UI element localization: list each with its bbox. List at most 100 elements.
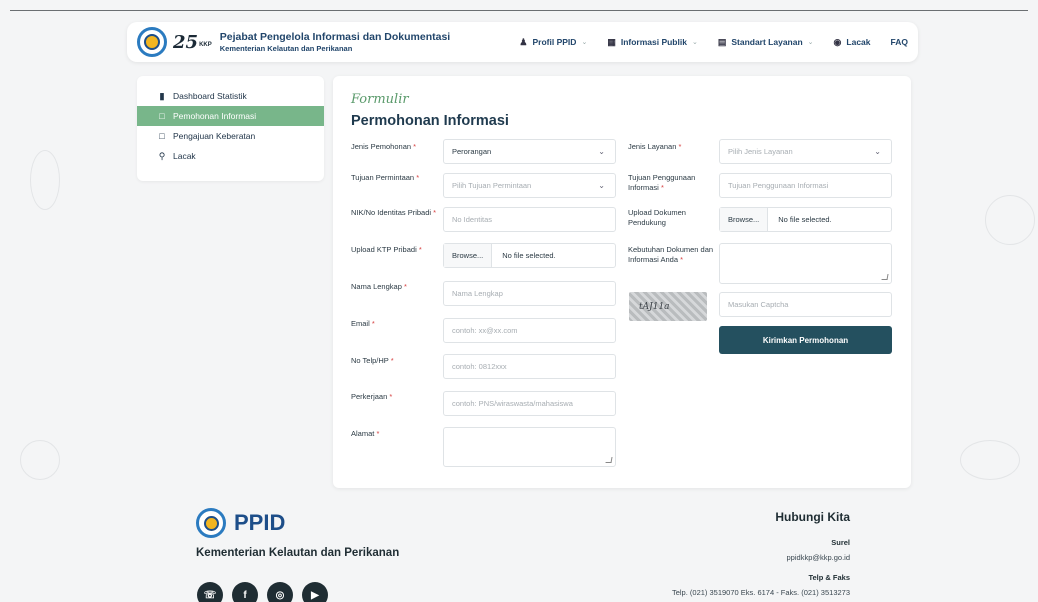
submit-button[interactable]: Kirimkan Permohonan [719,326,892,354]
contact-section: Hubungi Kita Surel ppidkkp@kkp.go.id Tel… [672,510,850,597]
alamat-label: Alamat * [351,429,380,438]
captcha-input[interactable]: Masukan Captcha [719,292,892,317]
clipboard-icon: □ [159,111,165,121]
tujuan-penggunaan-label: Tujuan Penggunaan Informasi * [628,173,696,193]
footer-ministry: Kementerian Kelautan dan Perikanan [196,547,400,559]
file-status: No file selected. [778,215,832,224]
nav-informasi-publik[interactable]: ▦ Informasi Publik ⌄ [607,37,698,48]
sidebar-item-dashboard[interactable]: ▮ Dashboard Statistik [137,86,324,106]
jenis-pemohon-select[interactable]: Perorangan ⌄ [443,139,616,164]
select-placeholder: Pilih Tujuan Permintaan [452,181,532,190]
kkp-logo-icon[interactable] [137,27,167,57]
social-links: ☏ f ◎ ▶ [197,582,328,602]
nav-standart-layanan[interactable]: ▤ Standart Layanan ⌄ [718,37,814,48]
nama-input[interactable]: Nama Lengkap [443,281,616,306]
nama-label: Nama Lengkap * [351,282,407,291]
nav-faq[interactable]: FAQ [891,37,908,47]
form-subtitle: Formulir [351,92,409,107]
tujuan-permintaan-label: Tujuan Permintaan * [351,173,420,182]
upload-ktp-label: Upload KTP Pribadi * [351,245,422,254]
input-placeholder: Tujuan Penggunaan Informasi [728,181,829,190]
nav-lacak[interactable]: ◉ Lacak [834,37,871,48]
sidebar-item-keberatan[interactable]: □ Pengajuan Keberatan [137,126,324,146]
target-icon: ◉ [833,36,842,47]
facebook-icon[interactable]: f [232,582,258,602]
anniversary-logo: 25 [173,31,199,53]
grid-icon: ▦ [607,36,616,47]
sidebar-item-label: Pengajuan Keberatan [173,131,256,141]
upload-dokumen-input[interactable]: Browse... No file selected. [719,207,892,232]
chevron-down-icon: ⌄ [581,39,588,46]
form-title: Permohonan Informasi [351,113,509,129]
location-pin-icon: ⚲ [158,150,166,161]
select-value: Perorangan [452,147,492,156]
nav-label: Profil PPID [532,37,577,47]
phone-label: Telp & Faks [808,573,850,582]
telp-label: No Telp/HP * [351,356,394,365]
captcha-text: tAJ11a [639,301,670,312]
instagram-icon[interactable]: ◎ [267,582,293,602]
input-placeholder: contoh: 0812xxx [452,362,507,371]
contact-title: Hubungi Kita [775,510,850,524]
site-title: Pejabat Pengelola Informasi dan Dokument… [219,30,451,43]
site-subtitle: Kementerian Kelautan dan Perikanan [219,43,353,53]
sidebar-item-pemohonan[interactable]: □ Pemohonan Informasi [137,106,324,126]
alamat-textarea[interactable] [443,427,616,467]
main-nav: ♟ Profil PPID ⌄ ▦ Informasi Publik ⌄ ▤ S… [519,37,908,48]
sidebar-item-label: Lacak [173,151,196,161]
pekerjaan-label: Perkerjaan * [351,392,393,401]
telp-input[interactable]: contoh: 0812xxx [443,354,616,379]
tujuan-permintaan-select[interactable]: Pilih Tujuan Permintaan ⌄ [443,173,616,198]
youtube-icon[interactable]: ▶ [302,582,328,602]
document-icon: ▤ [717,36,727,47]
sidebar-menu: ▮ Dashboard Statistik □ Pemohonan Inform… [137,76,324,181]
resize-handle[interactable] [881,274,889,280]
contact-phone: Telp. (021) 3519070 Eks. 6174 - Faks. (0… [671,588,850,597]
nik-label: NIK/No Identitas Pribadi * [351,208,437,217]
form-panel: Formulir Permohonan Informasi Jenis Pemo… [333,76,911,488]
browse-button[interactable]: Browse... [444,244,493,267]
bar-chart-icon: ▮ [159,90,165,101]
jenis-pemohon-label: Jenis Pemohonan * [351,142,417,151]
clipboard-icon: □ [159,131,165,141]
people-icon: ♟ [519,36,528,47]
kkp-badge: KKP [199,42,212,48]
chevron-down-icon: ⌄ [598,147,605,156]
input-placeholder: Masukan Captcha [728,300,789,309]
select-placeholder: Pilih Jenis Layanan [728,147,793,156]
nav-label: Informasi Publik [620,37,687,47]
jenis-layanan-select[interactable]: Pilih Jenis Layanan ⌄ [719,139,892,164]
resize-handle[interactable] [605,457,613,463]
nik-input[interactable]: No Identitas [443,207,616,232]
site-brand[interactable]: Pejabat Pengelola Informasi dan Dokument… [220,31,450,54]
chevron-down-icon: ⌄ [874,147,881,156]
input-placeholder: Nama Lengkap [452,289,503,298]
upload-ktp-input[interactable]: Browse... No file selected. [443,243,616,268]
jenis-layanan-label: Jenis Layanan * [628,142,682,151]
sidebar-item-lacak[interactable]: ⚲ Lacak [137,146,324,166]
kebutuhan-label: Kebutuhan Dokumen dan Informasi Anda * [628,245,714,265]
contact-email-link[interactable]: ppidkkp@kkp.go.id [672,553,850,562]
top-divider [10,10,1028,11]
kkp-logo-icon [196,508,226,538]
nav-label: Lacak [846,37,871,47]
headset-icon[interactable]: ☏ [197,582,223,602]
input-placeholder: contoh: xx@xx.com [452,326,518,335]
captcha-image: tAJ11a [629,292,707,321]
kebutuhan-textarea[interactable] [719,243,892,284]
email-field[interactable]: contoh: xx@xx.com [443,318,616,343]
nav-profil-ppid[interactable]: ♟ Profil PPID ⌄ [519,37,587,48]
nav-label: FAQ [890,37,908,47]
input-placeholder: contoh: PNS/wiraswasta/mahasiswa [452,399,573,408]
pekerjaan-input[interactable]: contoh: PNS/wiraswasta/mahasiswa [443,391,616,416]
browse-button[interactable]: Browse... [720,208,769,231]
email-label: Surel [831,538,850,547]
input-placeholder: No Identitas [452,215,493,224]
nav-label: Standart Layanan [731,37,803,47]
footer-logo[interactable]: PPID [196,508,285,538]
email-label: Email * [351,319,375,328]
top-navbar: 25 KKP Pejabat Pengelola Informasi dan D… [127,22,918,62]
footer-brand: PPID [234,510,286,535]
sidebar-item-label: Dashboard Statistik [173,91,247,101]
tujuan-penggunaan-input[interactable]: Tujuan Penggunaan Informasi [719,173,892,198]
